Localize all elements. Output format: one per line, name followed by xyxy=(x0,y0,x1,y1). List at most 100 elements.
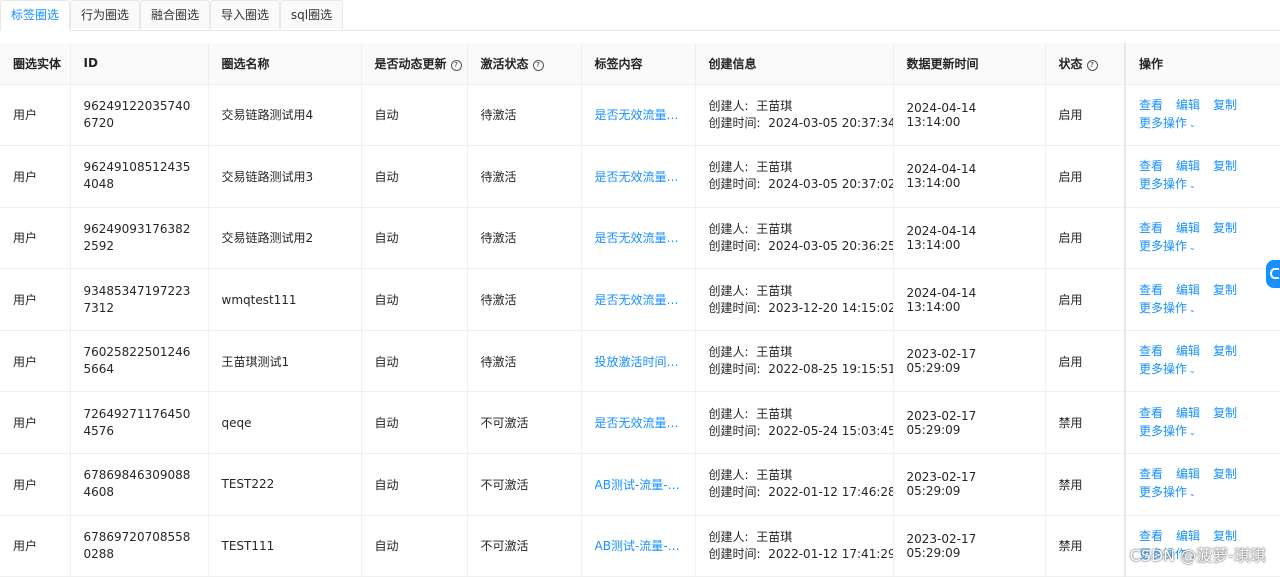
more-actions-dropdown[interactable]: 更多操作 ⌄ xyxy=(1139,177,1196,191)
help-icon[interactable]: ? xyxy=(532,59,544,71)
copy-link[interactable]: 复制 xyxy=(1213,467,1237,481)
id-cell: 726492711764504576 xyxy=(70,391,209,455)
col-status: 状态? xyxy=(1045,43,1126,85)
actions-cell: 查看 编辑 复制更多操作 ⌄ xyxy=(1124,391,1280,455)
tab-bar: 标签圈选 行为圈选 融合圈选 导入圈选 sql圈选 xyxy=(0,0,1280,31)
view-link[interactable]: 查看 xyxy=(1139,529,1163,543)
more-actions-dropdown[interactable]: 更多操作 ⌄ xyxy=(1139,116,1196,130)
edit-link[interactable]: 编辑 xyxy=(1176,406,1200,420)
creator-label: 创建人: xyxy=(708,98,749,113)
created-time-value: 2022-01-12 17:46:28 xyxy=(768,485,893,500)
view-link[interactable]: 查看 xyxy=(1139,98,1163,112)
copy-link[interactable]: 复制 xyxy=(1213,529,1237,543)
entity-cell: 用户 xyxy=(0,453,71,516)
copy-link[interactable]: 复制 xyxy=(1213,406,1237,420)
creator-value: 王苗琪 xyxy=(756,468,793,483)
id-cell: 962490931763822592 xyxy=(70,207,209,270)
dynamic-cell: 自动 xyxy=(361,268,468,331)
actions-cell: 查看 编辑 复制更多操作 ⌄ xyxy=(1124,84,1280,147)
name-cell: 王苗琪测试1 xyxy=(208,330,362,393)
edit-link[interactable]: 编辑 xyxy=(1176,529,1200,543)
view-link[interactable]: 查看 xyxy=(1139,406,1163,420)
table-row: 用户760258225012465664王苗琪测试1自动待激活投放激活时间(实.… xyxy=(0,330,1280,393)
watermark: CSDN @菠萝-琪琪 xyxy=(1129,546,1266,565)
id-cell: 962491085124354048 xyxy=(70,145,209,208)
tag-content-link[interactable]: 是否无效流量:... xyxy=(595,291,682,308)
more-actions-dropdown[interactable]: 更多操作 ⌄ xyxy=(1139,424,1196,438)
entity-cell: 用户 xyxy=(0,330,71,393)
chevron-down-icon: ⌄ xyxy=(1189,489,1196,499)
copy-link[interactable]: 复制 xyxy=(1213,159,1237,173)
edit-link[interactable]: 编辑 xyxy=(1176,344,1200,358)
view-link[interactable]: 查看 xyxy=(1139,221,1163,235)
table-row: 用户 962491085124354048 交易链路测试用3 自动 待激活 是否无效流量:… xyxy=(0,145,1280,208)
edit-link[interactable]: 编辑 xyxy=(1176,467,1200,481)
more-actions-dropdown[interactable]: 更多操作 ⌄ xyxy=(1139,301,1196,315)
tag-content-link[interactable]: 是否无效流量:... xyxy=(595,414,682,431)
actions-cell: 查看 编辑 复制更多操作 ⌄ xyxy=(1124,207,1280,270)
creator-label: 创建人: xyxy=(708,345,749,360)
tag-cell: 是否无效流量:... xyxy=(581,391,696,455)
updated-cell: 2024-04-14 13:14:00 xyxy=(893,84,1046,147)
name-cell: wmqtest111 xyxy=(208,268,362,331)
status-cell: 启用 xyxy=(1045,330,1126,393)
table-row: 用户 726492711764504576 qeqe 自动 不可激活 是否无效流量:...… xyxy=(0,391,1280,455)
more-actions-dropdown[interactable]: 更多操作 ⌄ xyxy=(1139,485,1196,499)
edit-link[interactable]: 编辑 xyxy=(1176,98,1200,112)
more-actions-dropdown[interactable]: 更多操作 ⌄ xyxy=(1139,362,1196,376)
edit-link[interactable]: 编辑 xyxy=(1176,159,1200,173)
side-float-button[interactable] xyxy=(1266,260,1280,288)
tab-sql-selection[interactable]: sql圈选 xyxy=(280,0,343,29)
col-name: 圈选名称 xyxy=(208,43,362,85)
creator-value: 王苗琪 xyxy=(756,529,793,544)
tag-cell: 是否无效流量:... xyxy=(581,84,696,147)
id-cell: 678697207085580288 xyxy=(70,515,209,577)
chevron-down-icon: ⌄ xyxy=(1189,427,1196,437)
creator-label: 创建人: xyxy=(708,468,749,483)
creation-cell: 创建人: 王苗琪 创建时间: 2024-03-05 20:36:25 xyxy=(695,207,894,270)
actions-cell: 查看 编辑 复制更多操作 ⌄ xyxy=(1124,330,1280,393)
copy-link[interactable]: 复制 xyxy=(1213,283,1237,297)
creator-value: 王苗琪 xyxy=(756,406,793,421)
edit-link[interactable]: 编辑 xyxy=(1176,283,1200,297)
tag-cell: AB测试-流量-pu... xyxy=(581,453,696,516)
name-cell: TEST222 xyxy=(208,453,362,516)
headset-icon xyxy=(1270,268,1279,279)
tab-behavior-selection[interactable]: 行为圈选 xyxy=(70,0,140,29)
tab-tag-selection[interactable]: 标签圈选 xyxy=(0,0,70,31)
copy-link[interactable]: 复制 xyxy=(1213,344,1237,358)
name-cell: 交易链路测试用4 xyxy=(208,84,362,147)
created-time-label: 创建时间: xyxy=(708,177,761,192)
tab-fusion-selection[interactable]: 融合圈选 xyxy=(140,0,210,29)
entity-cell: 用户 xyxy=(0,207,71,270)
view-link[interactable]: 查看 xyxy=(1139,283,1163,297)
view-link[interactable]: 查看 xyxy=(1139,467,1163,481)
id-cell: 760258225012465664 xyxy=(70,330,209,393)
copy-link[interactable]: 复制 xyxy=(1213,98,1237,112)
tab-import-selection[interactable]: 导入圈选 xyxy=(210,0,280,29)
copy-link[interactable]: 复制 xyxy=(1213,221,1237,235)
tag-content-link[interactable]: AB测试-流量-pu... xyxy=(595,537,682,554)
tag-content-link[interactable]: AB测试-流量-pu... xyxy=(595,476,682,493)
view-link[interactable]: 查看 xyxy=(1139,159,1163,173)
tag-content-link[interactable]: 是否无效流量:... xyxy=(595,229,682,246)
more-actions-dropdown[interactable]: 更多操作 ⌄ xyxy=(1139,239,1196,253)
tag-content-link[interactable]: 是否无效流量:... xyxy=(595,168,682,185)
dynamic-cell: 自动 xyxy=(361,391,468,455)
help-icon[interactable]: ? xyxy=(450,59,462,71)
chevron-down-icon: ⌄ xyxy=(1189,242,1196,252)
table-header-row: 圈选实体 ID 圈选名称 是否动态更新? 激活状态? 标签内容 创建信息 数据更… xyxy=(0,43,1280,85)
tag-cell: 是否无效流量:... xyxy=(581,268,696,331)
updated-cell: 2024-04-14 13:14:00 xyxy=(893,207,1046,270)
view-link[interactable]: 查看 xyxy=(1139,344,1163,358)
tag-content-link[interactable]: 投放激活时间(实... xyxy=(595,353,682,370)
creator-label: 创建人: xyxy=(708,221,749,236)
help-icon[interactable]: ? xyxy=(1086,59,1098,71)
tag-content-link[interactable]: 是否无效流量:... xyxy=(595,106,682,123)
created-time-label: 创建时间: xyxy=(708,485,761,500)
status-cell: 禁用 xyxy=(1045,515,1126,577)
created-time-label: 创建时间: xyxy=(708,546,761,561)
edit-link[interactable]: 编辑 xyxy=(1176,221,1200,235)
chevron-down-icon: ⌄ xyxy=(1189,119,1196,129)
creator-label: 创建人: xyxy=(708,529,749,544)
